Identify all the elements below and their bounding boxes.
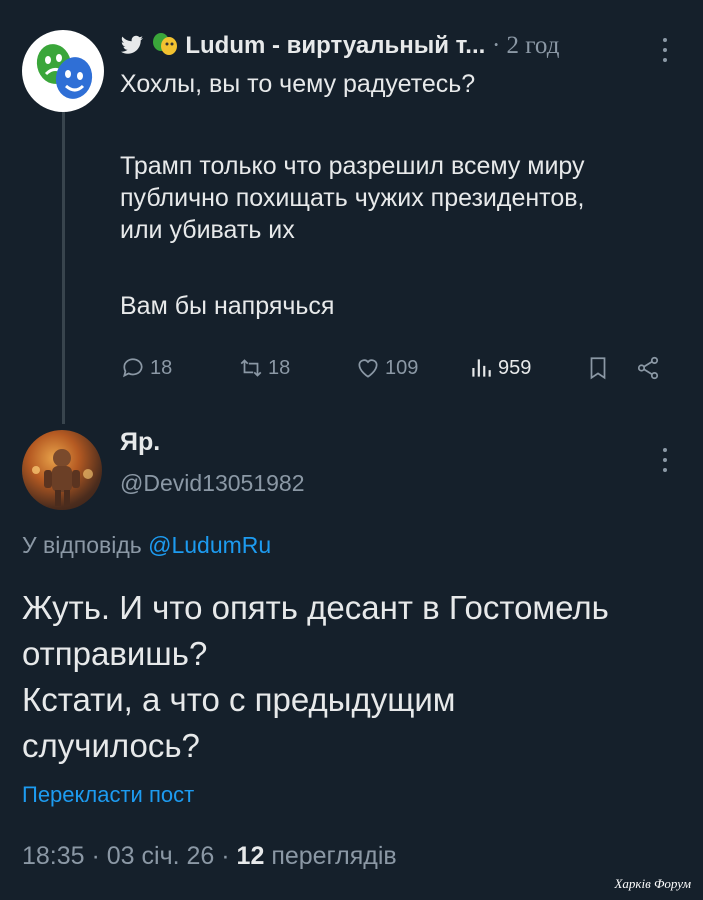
tweet-line: Кстати, а что с предыдущим <box>22 681 456 718</box>
reply-count: 18 <box>150 356 173 379</box>
views-count: 12 <box>236 842 265 870</box>
tweet-line: Хохлы, вы то чему радуетесь? <box>120 70 476 98</box>
views-button[interactable]: 959 <box>468 355 531 381</box>
display-name[interactable]: Ludum - виртуальный т... <box>185 32 485 59</box>
tweet-line: случилось? <box>22 727 200 764</box>
like-count: 109 <box>385 356 419 379</box>
repost-icon <box>240 359 262 377</box>
tweet-text: Хохлы, вы то чему радуетесь? Трамп тольк… <box>120 68 690 322</box>
share-button[interactable] <box>635 355 661 381</box>
tweet-text: Жуть. И что опять десант в Гостомель отп… <box>22 585 682 769</box>
bookmark-icon <box>590 357 606 380</box>
watermark: Харків Форум <box>614 876 691 891</box>
more-icon[interactable] <box>663 448 669 478</box>
reply-icon <box>123 358 143 378</box>
tweet-line: Жуть. И что опять десант в Гостомель <box>22 589 609 626</box>
twitter-bird-icon <box>121 35 143 54</box>
tweet-line: или убивать их <box>120 216 295 244</box>
views-label: переглядів <box>271 842 397 870</box>
theatre-masks-avatar-icon <box>36 44 93 99</box>
more-icon[interactable] <box>663 38 669 68</box>
tweet-line <box>120 246 690 278</box>
tweet-header: Ludum - виртуальный т... · 2 год <box>120 32 559 60</box>
post-time[interactable]: · 2 год <box>492 32 559 59</box>
avatar-image <box>32 449 93 506</box>
tweet-line: публично похищать чужих президентов, <box>120 184 585 212</box>
reply-prefix: У відповідь <box>22 532 142 558</box>
repost-button[interactable]: 18 <box>238 355 290 381</box>
tweet-line: Трамп только что разрешил всему миру <box>120 152 585 180</box>
reply-context: У відповідь @LudumRu <box>22 532 271 559</box>
share-icon <box>637 356 659 380</box>
tweet-line <box>120 100 690 132</box>
bookmark-button[interactable] <box>585 355 611 381</box>
avatar[interactable] <box>22 430 102 510</box>
tweet-line: Вам бы напрячься <box>120 292 335 320</box>
views-icon <box>472 359 491 377</box>
action-bar: 18 18 109 959 <box>120 355 680 387</box>
translate-link[interactable]: Перекласти пост <box>22 782 194 808</box>
user-handle[interactable]: @Devid13051982 <box>120 470 304 497</box>
theatre-masks-icon <box>152 33 177 55</box>
like-icon <box>358 359 378 378</box>
post-time-value: 2 год <box>506 32 560 59</box>
post-timestamp[interactable]: 18:35 · 03 січ. 26 · <box>22 842 230 870</box>
reply-button[interactable]: 18 <box>120 355 172 381</box>
display-name[interactable]: Яр. <box>120 428 160 457</box>
thread-connector <box>62 112 65 424</box>
post-meta: 18:35 · 03 січ. 26 · 12 переглядів <box>22 842 397 871</box>
tweet-line: отправишь? <box>22 635 208 672</box>
views-count: 959 <box>498 356 532 379</box>
like-button[interactable]: 109 <box>355 355 418 381</box>
repost-count: 18 <box>268 356 291 379</box>
avatar[interactable] <box>22 30 104 112</box>
mention-link[interactable]: @LudumRu <box>148 532 271 558</box>
